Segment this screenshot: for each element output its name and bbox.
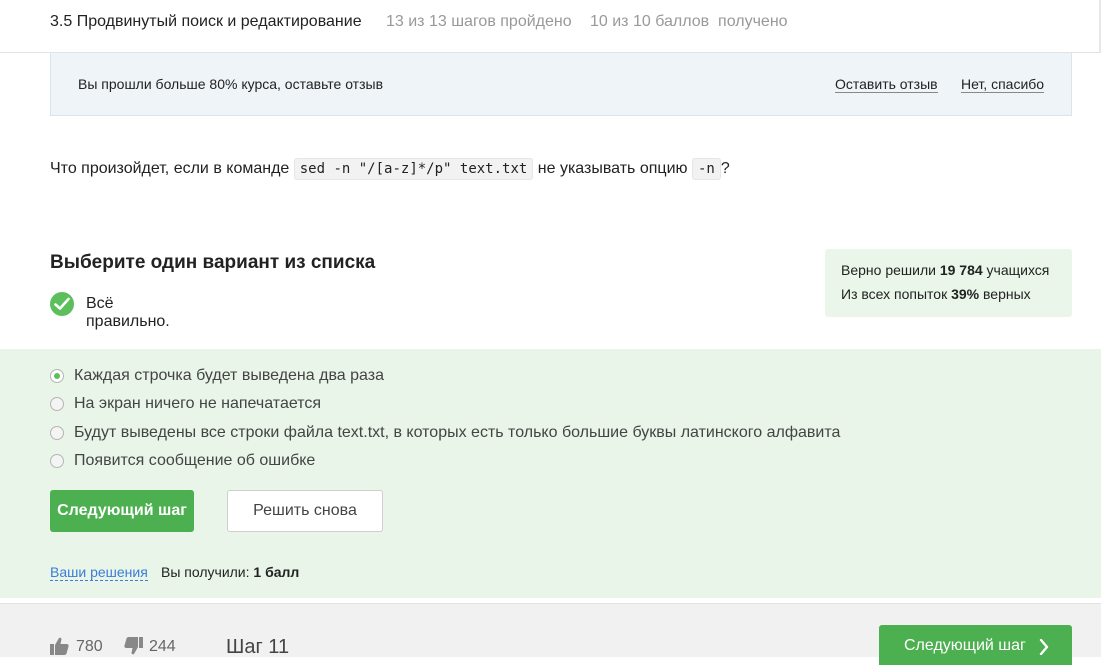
like-count: 780 (76, 638, 103, 655)
stats-attempts-prefix: Из всех попыток (841, 286, 952, 302)
answer-option-label: На экран ничего не напечатается (74, 395, 322, 412)
stats-solvers-suffix: учащихся (982, 262, 1050, 278)
radio-icon[interactable] (50, 426, 64, 440)
review-banner-text: Вы прошли больше 80% курса, оставьте отз… (78, 76, 384, 92)
no-thanks-link[interactable]: Нет, спасибо (961, 76, 1045, 93)
next-step-button[interactable]: Следующий шаг (50, 490, 194, 532)
solve-stats: Верно решили 19 784 учащихся Из всех поп… (825, 249, 1072, 317)
correct-status-text: Всё правильно. (86, 295, 170, 330)
dislike-count: 244 (149, 638, 176, 655)
score-progress: 10 из 10 баллов получено (590, 13, 788, 30)
leave-review-link[interactable]: Оставить отзыв (835, 76, 938, 93)
radio-icon[interactable] (50, 397, 64, 411)
stats-solvers-prefix: Верно решили (841, 262, 940, 278)
next-step-footer-label: Следующий шаг (904, 637, 1026, 654)
retry-button[interactable]: Решить снова (227, 490, 383, 532)
lesson-title[interactable]: 3.5 Продвинутый поиск и редактирование (50, 13, 362, 31)
answers-panel: Каждая строчка будет выведена два раза Н… (0, 349, 1101, 598)
task-title: Выберите один вариант из списка (50, 252, 376, 273)
question-suffix: ? (720, 160, 730, 177)
answer-option-label: Будут выведены все строки файла text.txt… (74, 424, 841, 441)
answer-option-label: Каждая строчка будет выведена два раза (74, 367, 384, 384)
thumbs-down-icon (124, 637, 143, 655)
check-circle-icon (50, 292, 74, 316)
review-banner: Вы прошли больше 80% курса, оставьте отз… (50, 53, 1072, 116)
question-middle: не указывать опцию (533, 160, 692, 177)
your-solutions-link[interactable]: Ваши решения (50, 564, 148, 581)
chevron-right-icon (1039, 639, 1049, 655)
steps-progress: 13 из 13 шагов пройдено (386, 13, 572, 30)
stats-attempts-percent: 39% (951, 286, 980, 302)
points-received-prefix: Вы получили: (161, 564, 254, 580)
stats-solvers-count: 19 784 (939, 262, 983, 278)
answer-option-label: Появится сообщение об ошибке (74, 452, 316, 469)
question-text: Что произойдет, если в команде sed -n "/… (50, 157, 730, 181)
stats-solvers: Верно решили 19 784 учащихся (841, 262, 1049, 278)
question-command-code: sed -n "/[a-z]*/p" text.txt (293, 158, 534, 180)
radio-icon[interactable] (50, 454, 64, 468)
next-step-footer-button[interactable]: Следующий шаг (879, 625, 1072, 665)
points-received: Вы получили: 1 балл (161, 564, 299, 580)
radio-selected-icon[interactable] (50, 369, 64, 383)
points-received-value: 1 балл (253, 564, 300, 580)
question-prefix: Что произойдет, если в команде (50, 160, 294, 177)
thumbs-up-icon (50, 637, 69, 655)
step-footer: 780 244 Шаг 11 Следующий шаг (0, 603, 1101, 665)
lesson-header: 3.5 Продвинутый поиск и редактирование 1… (0, 0, 1101, 53)
stats-attempts: Из всех попыток 39% верных (841, 286, 1031, 302)
question-option-code: -n (691, 158, 721, 180)
stats-attempts-suffix: верных (979, 286, 1031, 302)
